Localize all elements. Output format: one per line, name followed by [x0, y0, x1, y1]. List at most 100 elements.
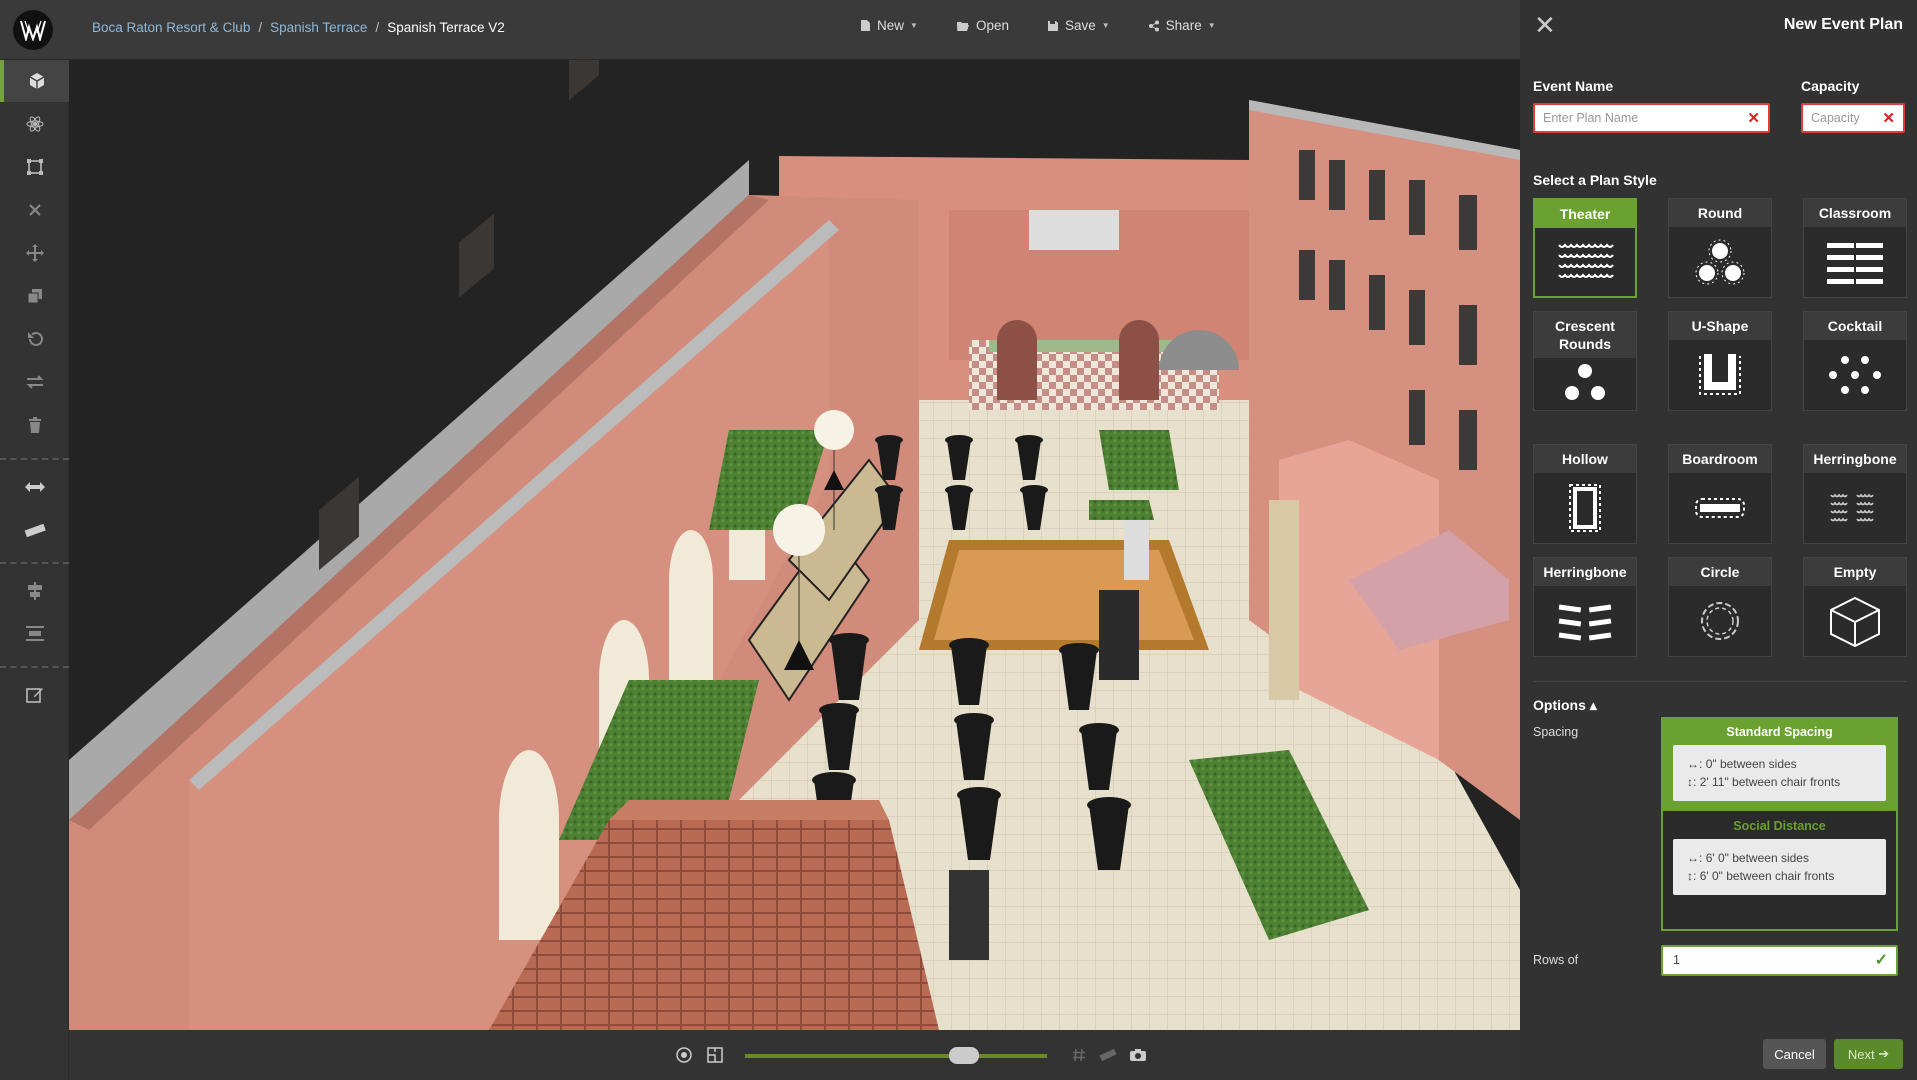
cancel-label: Cancel	[1774, 1046, 1815, 1062]
style-circle[interactable]: Circle	[1668, 557, 1772, 657]
tool-delete[interactable]	[0, 404, 69, 446]
file-menu: New ▼ Open Save ▼ Share ▼	[860, 18, 1216, 33]
standard-spacing-option[interactable]: Standard Spacing ↔: 0" between sides ↕: …	[1663, 719, 1896, 811]
ruler-icon[interactable]	[1099, 1048, 1117, 1062]
panel-header: ✕ New Event Plan	[1520, 0, 1917, 52]
align-center-icon	[27, 582, 42, 600]
capacity-input[interactable]: Capacity ✕	[1801, 103, 1905, 133]
classroom-icon	[1827, 243, 1883, 285]
style-classroom[interactable]: Classroom	[1803, 198, 1907, 298]
swap-icon	[26, 375, 43, 389]
rows-label: Rows of	[1533, 953, 1579, 967]
undo-icon	[27, 331, 43, 346]
herringbone-icon	[1830, 493, 1874, 522]
tool-3d-view[interactable]	[0, 60, 69, 102]
style-round[interactable]: Round	[1668, 198, 1772, 298]
herringbone-tables-icon	[1558, 604, 1612, 641]
3d-viewport[interactable]	[69, 60, 1520, 1030]
standard-spacing-title: Standard Spacing	[1726, 725, 1833, 739]
left-toolbar	[0, 60, 69, 1080]
trash-icon	[28, 417, 41, 433]
standard-spacing-card: ↔: 0" between sides ↕: 2' 11" between ch…	[1673, 745, 1886, 801]
tool-undo[interactable]	[0, 318, 69, 360]
frame-icon	[26, 159, 43, 175]
section-divider	[1533, 681, 1907, 682]
tool-edit[interactable]	[0, 674, 69, 716]
tool-width[interactable]	[0, 466, 69, 508]
target-icon[interactable]	[676, 1047, 692, 1063]
style-crescent-rounds[interactable]: Crescent Rounds	[1533, 311, 1637, 411]
clear-icon[interactable]: ✕	[1747, 109, 1760, 127]
distribute-icon	[25, 626, 44, 641]
style-boardroom[interactable]: Boardroom	[1668, 444, 1772, 544]
folder-open-icon	[956, 21, 969, 31]
empty-cube-icon	[1830, 596, 1880, 648]
file-icon	[861, 20, 870, 31]
hashtag-icon[interactable]	[1072, 1048, 1086, 1062]
breadcrumb-plan: Spanish Terrace V2	[387, 20, 505, 35]
app-window: Boca Raton Resort & Club / Spanish Terra…	[0, 0, 1917, 1080]
tool-atom[interactable]	[0, 103, 69, 145]
close-panel-button[interactable]: ✕	[1534, 12, 1556, 38]
3d-view-icon	[29, 73, 44, 89]
breadcrumb-venue[interactable]: Boca Raton Resort & Club	[92, 20, 250, 35]
edit-icon	[25, 688, 43, 703]
tool-copy[interactable]	[0, 275, 69, 317]
open-menu[interactable]: Open	[956, 18, 1009, 33]
tool-move[interactable]	[0, 232, 69, 274]
new-menu[interactable]: New ▼	[860, 18, 918, 33]
new-event-plan-panel: ✕ New Event Plan Event Name Enter Plan N…	[1520, 0, 1917, 1080]
camera-icon[interactable]	[1129, 1048, 1147, 1062]
cancel-button[interactable]: Cancel	[1763, 1039, 1826, 1069]
width-arrows-icon: ↔:	[1687, 757, 1703, 771]
save-menu[interactable]: Save ▼	[1047, 18, 1110, 33]
style-label: Herringbone	[1804, 445, 1906, 474]
height-arrows-icon: ↕:	[1687, 775, 1697, 789]
next-button[interactable]: Next ➔	[1834, 1039, 1903, 1069]
round-icon	[1695, 239, 1745, 285]
options-toggle[interactable]: Options ▴	[1533, 697, 1597, 714]
standard-fronts: 2' 11" between chair fronts	[1699, 775, 1841, 789]
cocktail-icon	[1829, 356, 1881, 395]
tool-align-center[interactable]	[0, 570, 69, 612]
tool-distribute[interactable]	[0, 613, 69, 655]
next-label: Next	[1847, 1046, 1875, 1062]
style-theater[interactable]: Theater	[1533, 198, 1637, 298]
share-menu[interactable]: Share ▼	[1148, 18, 1216, 33]
style-herringbone-tables[interactable]: Herringbone	[1533, 557, 1637, 657]
zoom-slider-thumb[interactable]	[949, 1047, 979, 1064]
style-label: Hollow	[1534, 445, 1636, 474]
check-icon: ✓	[1874, 952, 1888, 969]
logo[interactable]	[13, 10, 53, 50]
hollow-icon	[1569, 484, 1601, 533]
style-label: Circle	[1669, 558, 1771, 587]
zoom-slider-track[interactable]	[745, 1047, 1047, 1064]
social-sides: 6' 0" between sides	[1705, 851, 1809, 865]
clear-icon[interactable]: ✕	[1882, 109, 1895, 127]
height-arrows-icon: ↕:	[1687, 869, 1697, 883]
event-name-input[interactable]: Enter Plan Name ✕	[1533, 103, 1770, 133]
theater-icon	[1558, 243, 1614, 279]
save-icon	[1047, 20, 1058, 31]
social-distance-title: Social Distance	[1733, 819, 1826, 833]
tool-frame[interactable]	[0, 146, 69, 188]
style-herringbone[interactable]: Herringbone	[1803, 444, 1907, 544]
spacing-label: Spacing	[1533, 725, 1579, 739]
style-u-shape[interactable]: U-Shape	[1668, 311, 1772, 411]
style-label: Theater	[1535, 200, 1635, 229]
tool-ruler[interactable]	[0, 509, 69, 551]
share-label: Share	[1165, 18, 1202, 33]
social-fronts: 6' 0" between chair fronts	[1699, 869, 1835, 883]
style-cocktail[interactable]: Cocktail	[1803, 311, 1907, 411]
tool-swap[interactable]	[0, 361, 69, 403]
style-hollow[interactable]: Hollow	[1533, 444, 1637, 544]
tool-close[interactable]	[0, 189, 69, 231]
social-distance-option[interactable]: Social Distance ↔: 6' 0" between sides ↕…	[1663, 811, 1896, 895]
courtyard-3d-render	[69, 60, 1520, 1030]
u-shape-icon	[1699, 354, 1741, 396]
floorplan-icon[interactable]	[707, 1047, 723, 1063]
style-empty[interactable]: Empty	[1803, 557, 1907, 657]
rows-input[interactable]: 1 ✓	[1661, 945, 1898, 976]
caret-down-icon: ▼	[1207, 21, 1216, 30]
breadcrumb-room[interactable]: Spanish Terrace	[270, 20, 367, 35]
